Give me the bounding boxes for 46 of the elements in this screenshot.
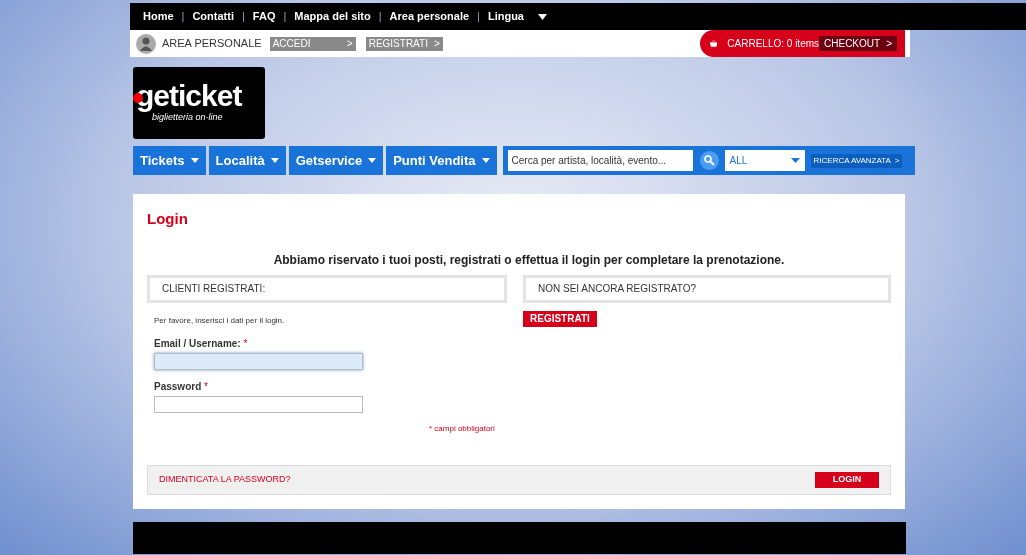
search-icon[interactable] [699, 151, 719, 170]
menu-tab[interactable]: Tickets [133, 146, 206, 175]
forgot-password-link[interactable]: DIMENTICATA LA PASSWORD? [159, 473, 291, 487]
field-label: Password * [154, 379, 209, 394]
separator: | [283, 9, 287, 25]
input-field[interactable] [154, 395, 363, 413]
site-logo[interactable]: geticket biglietteria on-line [133, 67, 265, 139]
intro-text: Abbiamo riservato i tuoi posti, registrati o effettua il login per completare la prenotazione. [272, 251, 786, 269]
register-button[interactable]: REGISTRATI [523, 310, 597, 327]
caret-icon [368, 158, 377, 163]
separator: | [477, 9, 480, 25]
account-label: AREA PERSONALE [162, 36, 262, 52]
nav-link[interactable]: Lingua [487, 8, 524, 25]
dropdown-caret-icon[interactable] [538, 13, 547, 20]
caret-icon [481, 158, 490, 163]
caret-icon [790, 158, 800, 163]
basket-icon [710, 38, 718, 49]
account-button[interactable]: REGISTRATI > [365, 36, 443, 51]
separator: | [241, 9, 245, 25]
page-title: Login [147, 209, 189, 229]
account-button[interactable]: ACCEDI > [269, 36, 356, 51]
category-select[interactable]: ALL [724, 150, 805, 171]
field-label: Email / Username: * [154, 336, 249, 351]
cart-link[interactable]: CARRELLO: 0 items [727, 36, 820, 51]
login-button[interactable]: LOGIN [815, 472, 879, 488]
menu-tab[interactable]: Località [208, 146, 286, 175]
advanced-search-button[interactable]: RICERCA AVANZATA > [810, 153, 903, 168]
nav-link[interactable]: Home [143, 8, 174, 25]
nav-link[interactable]: Contatti [192, 8, 234, 25]
menu-tab[interactable]: Punti Vendita [386, 146, 497, 175]
section-heading: CLIENTI REGISTRATI: [147, 274, 507, 303]
nav-link[interactable]: Mappa del sito [294, 8, 371, 25]
nav-link[interactable]: Area personale [389, 8, 470, 25]
section-heading: NON SEI ANCORA REGISTRATO? [523, 274, 891, 303]
checkout-button[interactable]: CHECKOUT > [819, 36, 897, 51]
hint-text: Per favore, inserisci i dati per il login. [154, 314, 286, 327]
required-note: * campi obbligatori [429, 422, 496, 435]
caret-icon [270, 158, 279, 163]
search-field[interactable]: Cerca per artista, località, evento... [507, 150, 693, 171]
user-avatar-icon [136, 33, 156, 54]
caret-icon [190, 158, 199, 163]
nav-link[interactable]: FAQ [252, 8, 276, 25]
separator: | [378, 9, 382, 25]
separator: | [181, 9, 185, 25]
menu-tab[interactable]: Getservice [288, 146, 384, 175]
input-field[interactable] [154, 352, 363, 370]
